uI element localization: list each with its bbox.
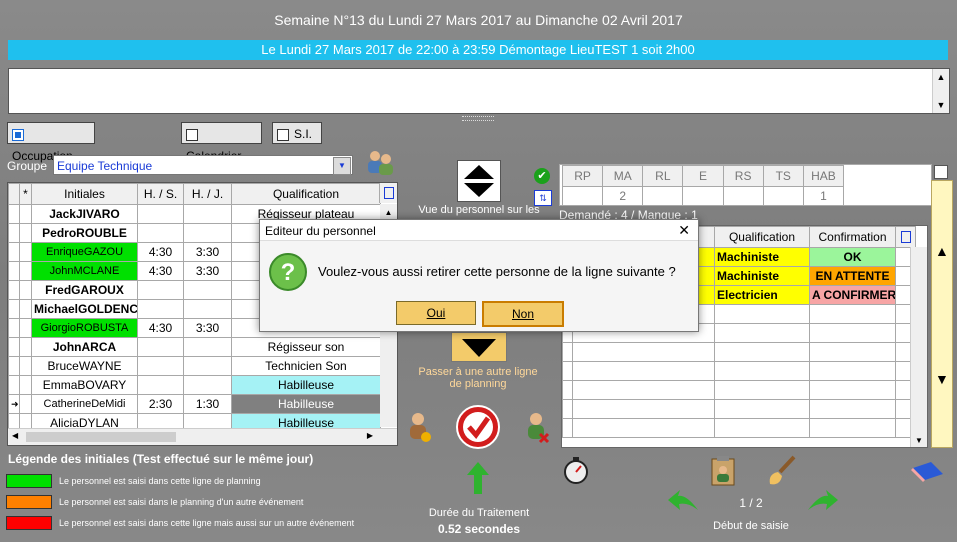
scroll-down-icon[interactable]: ▼ <box>935 99 947 111</box>
scroll-down-icon[interactable]: ▼ <box>935 371 949 387</box>
vue-personnel-text: Vue du personnel sur les <box>418 204 540 216</box>
assignment-vscrollbar[interactable]: ▼ <box>910 247 927 447</box>
check-icon[interactable]: ✔ <box>534 168 550 184</box>
splitter-handle[interactable] <box>462 116 494 121</box>
calendrier-toggle[interactable]: Calendrier <box>181 122 262 163</box>
occupation-toggle[interactable]: Occupation <box>7 122 95 163</box>
dialog-body <box>260 240 698 331</box>
chevron-down-icon[interactable]: ▼ <box>333 157 351 175</box>
svg-text:?: ? <box>281 259 296 286</box>
previous-arrow-icon[interactable] <box>666 488 700 514</box>
row-pointer-icon: ➜ <box>8 394 20 414</box>
passer-ligne-text: Passer à une autre ligne de planning <box>418 366 538 390</box>
col-ma: MA <box>602 165 644 187</box>
next-arrow-icon[interactable] <box>806 488 840 514</box>
col-rp: RP <box>561 165 604 187</box>
scroll-right-icon[interactable]: ▶ <box>367 431 373 440</box>
dialog-message: Voulez-vous aussi retirer cette personne… <box>318 264 676 279</box>
table-menu-icon[interactable] <box>895 226 916 248</box>
week-title: Semaine N°13 du Lundi 27 Mars 2017 au Di… <box>274 12 683 28</box>
col-star[interactable]: * <box>19 183 32 205</box>
col-qualification[interactable]: Qualification <box>714 226 810 248</box>
scroll-left-icon[interactable]: ◀ <box>12 431 18 440</box>
table-row[interactable]: BruceWAYNE Technicien Son <box>8 356 381 376</box>
legend-item-green: Le personnel est saisi dans cette ligne … <box>6 474 406 488</box>
move-up-down-button[interactable] <box>457 160 501 202</box>
col-initiales[interactable]: Initiales <box>31 183 138 205</box>
col-hs[interactable]: H. / S. <box>137 183 184 205</box>
add-person-icon[interactable] <box>406 410 432 444</box>
group-users-icon[interactable] <box>364 148 396 176</box>
oui-button[interactable]: Oui <box>396 301 476 325</box>
col-hab: HAB <box>802 165 845 187</box>
brush-icon[interactable] <box>764 454 798 488</box>
col-qualification[interactable]: Qualification <box>231 183 381 205</box>
right-scroll-panel[interactable]: ▲ ▼ <box>931 180 953 448</box>
groupe-select[interactable]: Equipe Technique ▼ <box>53 155 353 175</box>
legend-item-red: Le personnel est saisi dans cette ligne … <box>6 516 406 530</box>
scroll-up-icon[interactable]: ▲ <box>380 208 397 217</box>
question-icon: ? <box>268 252 308 292</box>
scroll-thumb[interactable] <box>26 432 176 442</box>
scroll-down-icon[interactable]: ▼ <box>911 436 927 445</box>
legend-title: Légende des initiales (Test effectué sur… <box>8 452 314 466</box>
col-ts: TS <box>762 165 804 187</box>
duree-label: Durée du Traitement <box>428 507 530 519</box>
col-rs: RS <box>722 165 764 187</box>
scroll-up-icon[interactable]: ▲ <box>935 71 947 83</box>
memo-textarea[interactable]: ▲ ▼ <box>8 68 950 114</box>
groupe-label: Groupe <box>7 159 48 173</box>
row-selector-header <box>8 183 20 205</box>
non-button[interactable]: Non <box>482 301 564 327</box>
col-e: E <box>682 165 724 187</box>
close-icon[interactable]: ✕ <box>678 222 690 239</box>
planning-line-banner: Le Lundi 27 Mars 2017 de 22:00 à 23:59 D… <box>8 40 948 60</box>
checkbox-icon <box>186 128 198 141</box>
table-row[interactable]: EmmaBOVARY Habilleuse <box>8 375 381 395</box>
checkbox-icon <box>277 128 289 141</box>
clipboard-person-icon[interactable] <box>709 455 737 487</box>
scroll-up-icon[interactable]: ▲ <box>935 243 949 259</box>
next-line-button[interactable] <box>451 332 507 362</box>
eraser-icon[interactable] <box>909 460 945 484</box>
summary-table: RP MA RL E RS TS HAB 21 <box>559 164 932 206</box>
validate-button[interactable] <box>455 404 501 450</box>
col-hj[interactable]: H. / J. <box>183 183 232 205</box>
page-indicator: 1 / 2 <box>739 496 763 510</box>
up-arrow-icon[interactable] <box>466 460 490 496</box>
si-toggle[interactable]: S.I. <box>272 122 322 144</box>
summary-checkbox[interactable] <box>934 165 948 179</box>
legend-item-orange: Le personnel est saisi dans le planning … <box>6 495 406 509</box>
timer-icon[interactable] <box>561 456 591 486</box>
table-row[interactable]: JohnARCA Régisseur son <box>8 337 381 357</box>
remove-person-icon[interactable] <box>524 410 550 444</box>
col-rl: RL <box>642 165 684 187</box>
confirm-dialog: Editeur du personnel ✕ ? Voulez-vous aus… <box>259 219 699 332</box>
duree-value: 0.52 secondes <box>437 522 521 536</box>
checkbox-icon <box>12 128 24 141</box>
memo-scrollbar[interactable]: ▲ ▼ <box>932 69 949 113</box>
col-confirmation[interactable]: Confirmation <box>809 226 896 248</box>
table-row-selected[interactable]: ➜ CatherineDeMidi 2:30 1:30 Habilleuse <box>8 394 381 414</box>
dialog-title: Editeur du personnel <box>265 224 376 238</box>
staff-hscrollbar[interactable]: ◀ ▶ <box>8 428 397 445</box>
table-menu-icon[interactable] <box>379 183 397 203</box>
debut-saisie-text: Début de saisie <box>713 520 789 532</box>
